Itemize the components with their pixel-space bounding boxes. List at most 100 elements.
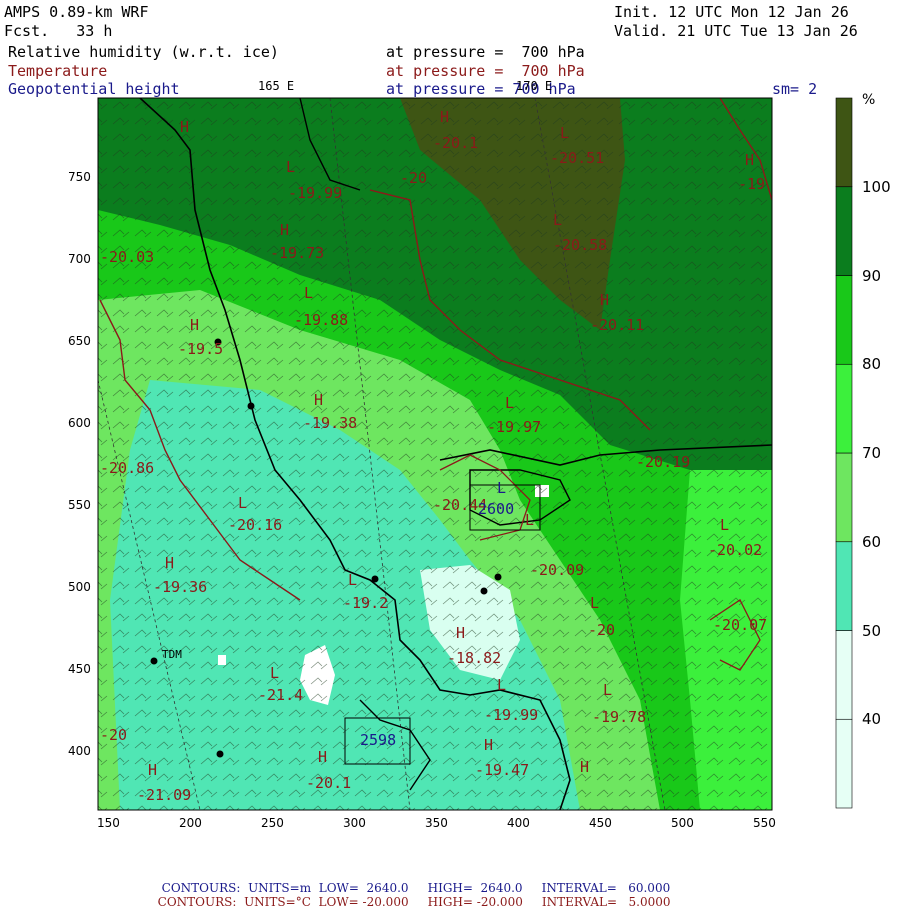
map-label: -20.09 (530, 561, 584, 579)
colorbar-level-label: 70 (862, 444, 882, 462)
map-label: -20.07 (713, 616, 767, 634)
map-label: -20.11 (590, 316, 644, 334)
map-label: H (148, 761, 157, 779)
map-label: L (497, 479, 506, 497)
map-label: -19.47 (475, 761, 529, 779)
colorbar-swatch (835, 630, 853, 720)
map-label: -19.36 (153, 578, 207, 596)
map-label: -19.73 (270, 244, 324, 262)
colorbar-swatch (835, 363, 853, 454)
colorbar-level-label: 60 (862, 532, 882, 551)
map-label: H (484, 736, 493, 754)
map-label: H (190, 316, 199, 334)
y-tick-label: 500 (68, 580, 91, 594)
map-label: H (745, 151, 754, 169)
map-label: -20.1 (433, 134, 478, 152)
map-label: -19.97 (487, 418, 541, 436)
map-label: L (286, 158, 295, 176)
colorbar-swatch (835, 97, 853, 188)
map-label: -21.4 (258, 686, 303, 704)
colorbar-unit: % (862, 92, 876, 108)
map-label: H (440, 108, 449, 126)
map-label: -20.02 (708, 541, 762, 559)
map-label: L (497, 676, 506, 694)
x-tick-label: 450 (589, 816, 612, 830)
map-label: -20.19 (636, 453, 690, 471)
map-label: H (600, 291, 609, 309)
map-label: L (348, 571, 357, 589)
map-label: L (525, 511, 534, 529)
y-tick-label: 400 (68, 744, 91, 758)
footer-contours-temp: CONTOURS: UNITS=°C LOW= -20.000 HIGH= -2… (150, 881, 671, 909)
map-label: 2598 (360, 731, 396, 749)
map-label: H (456, 624, 465, 642)
map-label: -20.1 (306, 774, 351, 792)
y-tick-label: 600 (68, 416, 91, 430)
colorbar-level-label: 40 (862, 710, 882, 729)
y-tick-label: 650 (68, 334, 91, 348)
map-label: H (314, 391, 323, 409)
map-label: 2600 (478, 500, 514, 518)
map-label: H (165, 554, 174, 572)
map-label: -20 (100, 726, 127, 744)
map-label: -20.86 (100, 459, 154, 477)
footer-temp-interval: INTERVAL= 5.0000 (541, 895, 671, 909)
map-label: H (280, 221, 289, 239)
map-label: -21.09 (137, 786, 191, 804)
colorbar-swatch (835, 541, 853, 631)
colorbar-swatch (835, 452, 853, 543)
x-tick-label: 550 (753, 816, 776, 830)
y-tick-label: 550 (68, 498, 91, 512)
footer-temp-high: HIGH= -20.000 (427, 895, 523, 909)
x-tick-label: 200 (179, 816, 202, 830)
map-label: -19.88 (294, 311, 348, 329)
map-label: -19.38 (303, 414, 357, 432)
map-label: -19 (738, 175, 765, 193)
map-label: -20.58 (553, 236, 607, 254)
map-label: H (580, 758, 589, 776)
footer-temp-units: UNITS=°C (244, 895, 311, 909)
map-label: -20.51 (550, 149, 604, 167)
colorbar-level-label: 100 (862, 177, 891, 196)
map-label: -19.5 (178, 340, 223, 358)
x-tick-label: 150 (97, 816, 120, 830)
map-label: L (720, 516, 729, 534)
map-label: -19.2 (343, 594, 388, 612)
y-tick-label: 700 (68, 252, 91, 266)
map-label: L (560, 124, 569, 142)
map-label: -18.82 (447, 649, 501, 667)
map-label: L (270, 664, 279, 682)
y-tick-label: 750 (68, 170, 91, 184)
map-label: L (304, 284, 313, 302)
colorbar-level-label: 80 (862, 355, 882, 374)
x-tick-label: 400 (507, 816, 530, 830)
weather-map: H -20.1 H L -20.51 -20 -19.99 L H -19 -20.58 L H -19.… (97, 97, 853, 811)
x-tick-label: 350 (425, 816, 448, 830)
colorbar-swatch (835, 718, 853, 809)
map-label: -20.16 (228, 516, 282, 534)
map-label: -19.99 (484, 706, 538, 724)
x-tick-label: 250 (261, 816, 284, 830)
colorbar-level-label: 90 (862, 266, 882, 285)
x-tick-label: 300 (343, 816, 366, 830)
map-label: H (318, 748, 327, 766)
colorbar-level-label: 50 (862, 621, 882, 640)
map-label: L (590, 594, 599, 612)
map-label: -19.99 (288, 184, 342, 202)
footer-temp-low: LOW= -20.000 (318, 895, 409, 909)
footer-temp-label: CONTOURS: (157, 895, 237, 909)
map-label: -19.78 (592, 708, 646, 726)
y-tick-label: 450 (68, 662, 91, 676)
map-label: L (238, 494, 247, 512)
colorbar-swatch (835, 186, 853, 276)
map-label: -20.03 (100, 248, 154, 266)
map-label: TDM (162, 648, 182, 661)
map-label: -20 (400, 169, 427, 187)
map-label: H (180, 118, 189, 136)
map-label: -20 (588, 621, 615, 639)
x-tick-label: 500 (671, 816, 694, 830)
map-label: L (603, 681, 612, 699)
colorbar-swatch (835, 275, 853, 365)
map-label: L (553, 211, 562, 229)
colorbar (835, 97, 853, 809)
